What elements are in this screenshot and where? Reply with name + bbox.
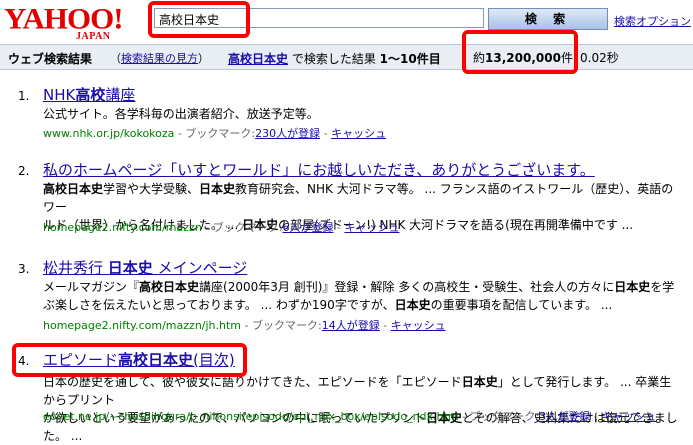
cache-link[interactable]: キャッシュ bbox=[344, 221, 399, 234]
result-title-link[interactable]: エピソード高校日本史(目次) bbox=[43, 349, 235, 370]
result-number: 1. bbox=[18, 89, 30, 103]
web-results-title: ウェブ検索結果 bbox=[8, 52, 93, 66]
bookmark-link[interactable]: 14人が登録 bbox=[322, 319, 380, 332]
result-count-highlight bbox=[462, 30, 578, 74]
search-input-value: 高校日本史 bbox=[159, 13, 220, 27]
result-meta: www.nhk.or.jp/kokokoza - ブックマーク:230人が登録 … bbox=[43, 127, 387, 140]
result-meta: homepage2.nifty.com/mazzn - ブックマーク:6人が登録… bbox=[43, 221, 400, 234]
search-time: 0.02秒 bbox=[580, 51, 619, 65]
result-url: eonet.ne.jp/~chushingura/p_nihonsi/episo… bbox=[43, 410, 459, 423]
result-number: 2. bbox=[18, 164, 30, 178]
result-number: 4. bbox=[18, 354, 30, 368]
result-title-link[interactable]: NHK高校講座 bbox=[43, 84, 135, 105]
query-link[interactable]: 高校日本史 bbox=[228, 52, 288, 66]
result-title-link[interactable]: 私のホームページ「いすとワールド」にお越しいただき、ありがとうございます。 bbox=[43, 159, 595, 180]
result-title-link[interactable]: 松井秀行 日本史 メインページ bbox=[43, 257, 247, 278]
result-url: homepage2.nifty.com/mazzn/jh.htm bbox=[43, 319, 242, 332]
how-to-read-results-link[interactable]: 検索結果の見方 bbox=[121, 52, 198, 65]
result-meta: homepage2.nifty.com/mazzn/jh.htm - ブックマー… bbox=[43, 319, 446, 332]
logo-subtitle: JAPAN bbox=[76, 31, 111, 42]
bookmark-link[interactable]: 3人が登録 bbox=[539, 410, 590, 423]
yahoo-japan-logo[interactable]: YAHOO! JAPAN bbox=[4, 2, 144, 42]
result-url: www.nhk.or.jp/kokokoza bbox=[43, 127, 175, 140]
help-link-wrap: （検索結果の見方） bbox=[110, 52, 209, 65]
search-input[interactable]: 高校日本史 bbox=[154, 8, 484, 28]
search-options-link[interactable]: 検索オプション bbox=[614, 13, 691, 29]
search-button[interactable]: 検 索 bbox=[488, 8, 608, 30]
cache-link[interactable]: キャッシュ bbox=[601, 410, 656, 423]
cache-link[interactable]: キャッシュ bbox=[331, 127, 386, 140]
query-summary: 高校日本史 で検索した結果 1〜10件目 bbox=[228, 52, 441, 66]
result-snippet: メールマガジン『高校日本史講座(2000年3月 創刊)』登録・解除 多くの高校生… bbox=[43, 280, 675, 312]
result-snippet: 公式サイト。各学科毎の出演者紹介、放送予定等。 bbox=[43, 107, 319, 121]
cache-link[interactable]: キャッシュ bbox=[391, 319, 446, 332]
result-range: 1〜10件目 bbox=[379, 52, 441, 66]
result-meta: eonet.ne.jp/~chushingura/p_nihonsi/episo… bbox=[43, 410, 657, 423]
bookmark-link[interactable]: 230人が登録 bbox=[255, 127, 320, 140]
bookmark-link[interactable]: 6人が登録 bbox=[282, 221, 333, 234]
result-url: homepage2.nifty.com/mazzn bbox=[43, 221, 202, 234]
result-number: 3. bbox=[18, 262, 30, 276]
